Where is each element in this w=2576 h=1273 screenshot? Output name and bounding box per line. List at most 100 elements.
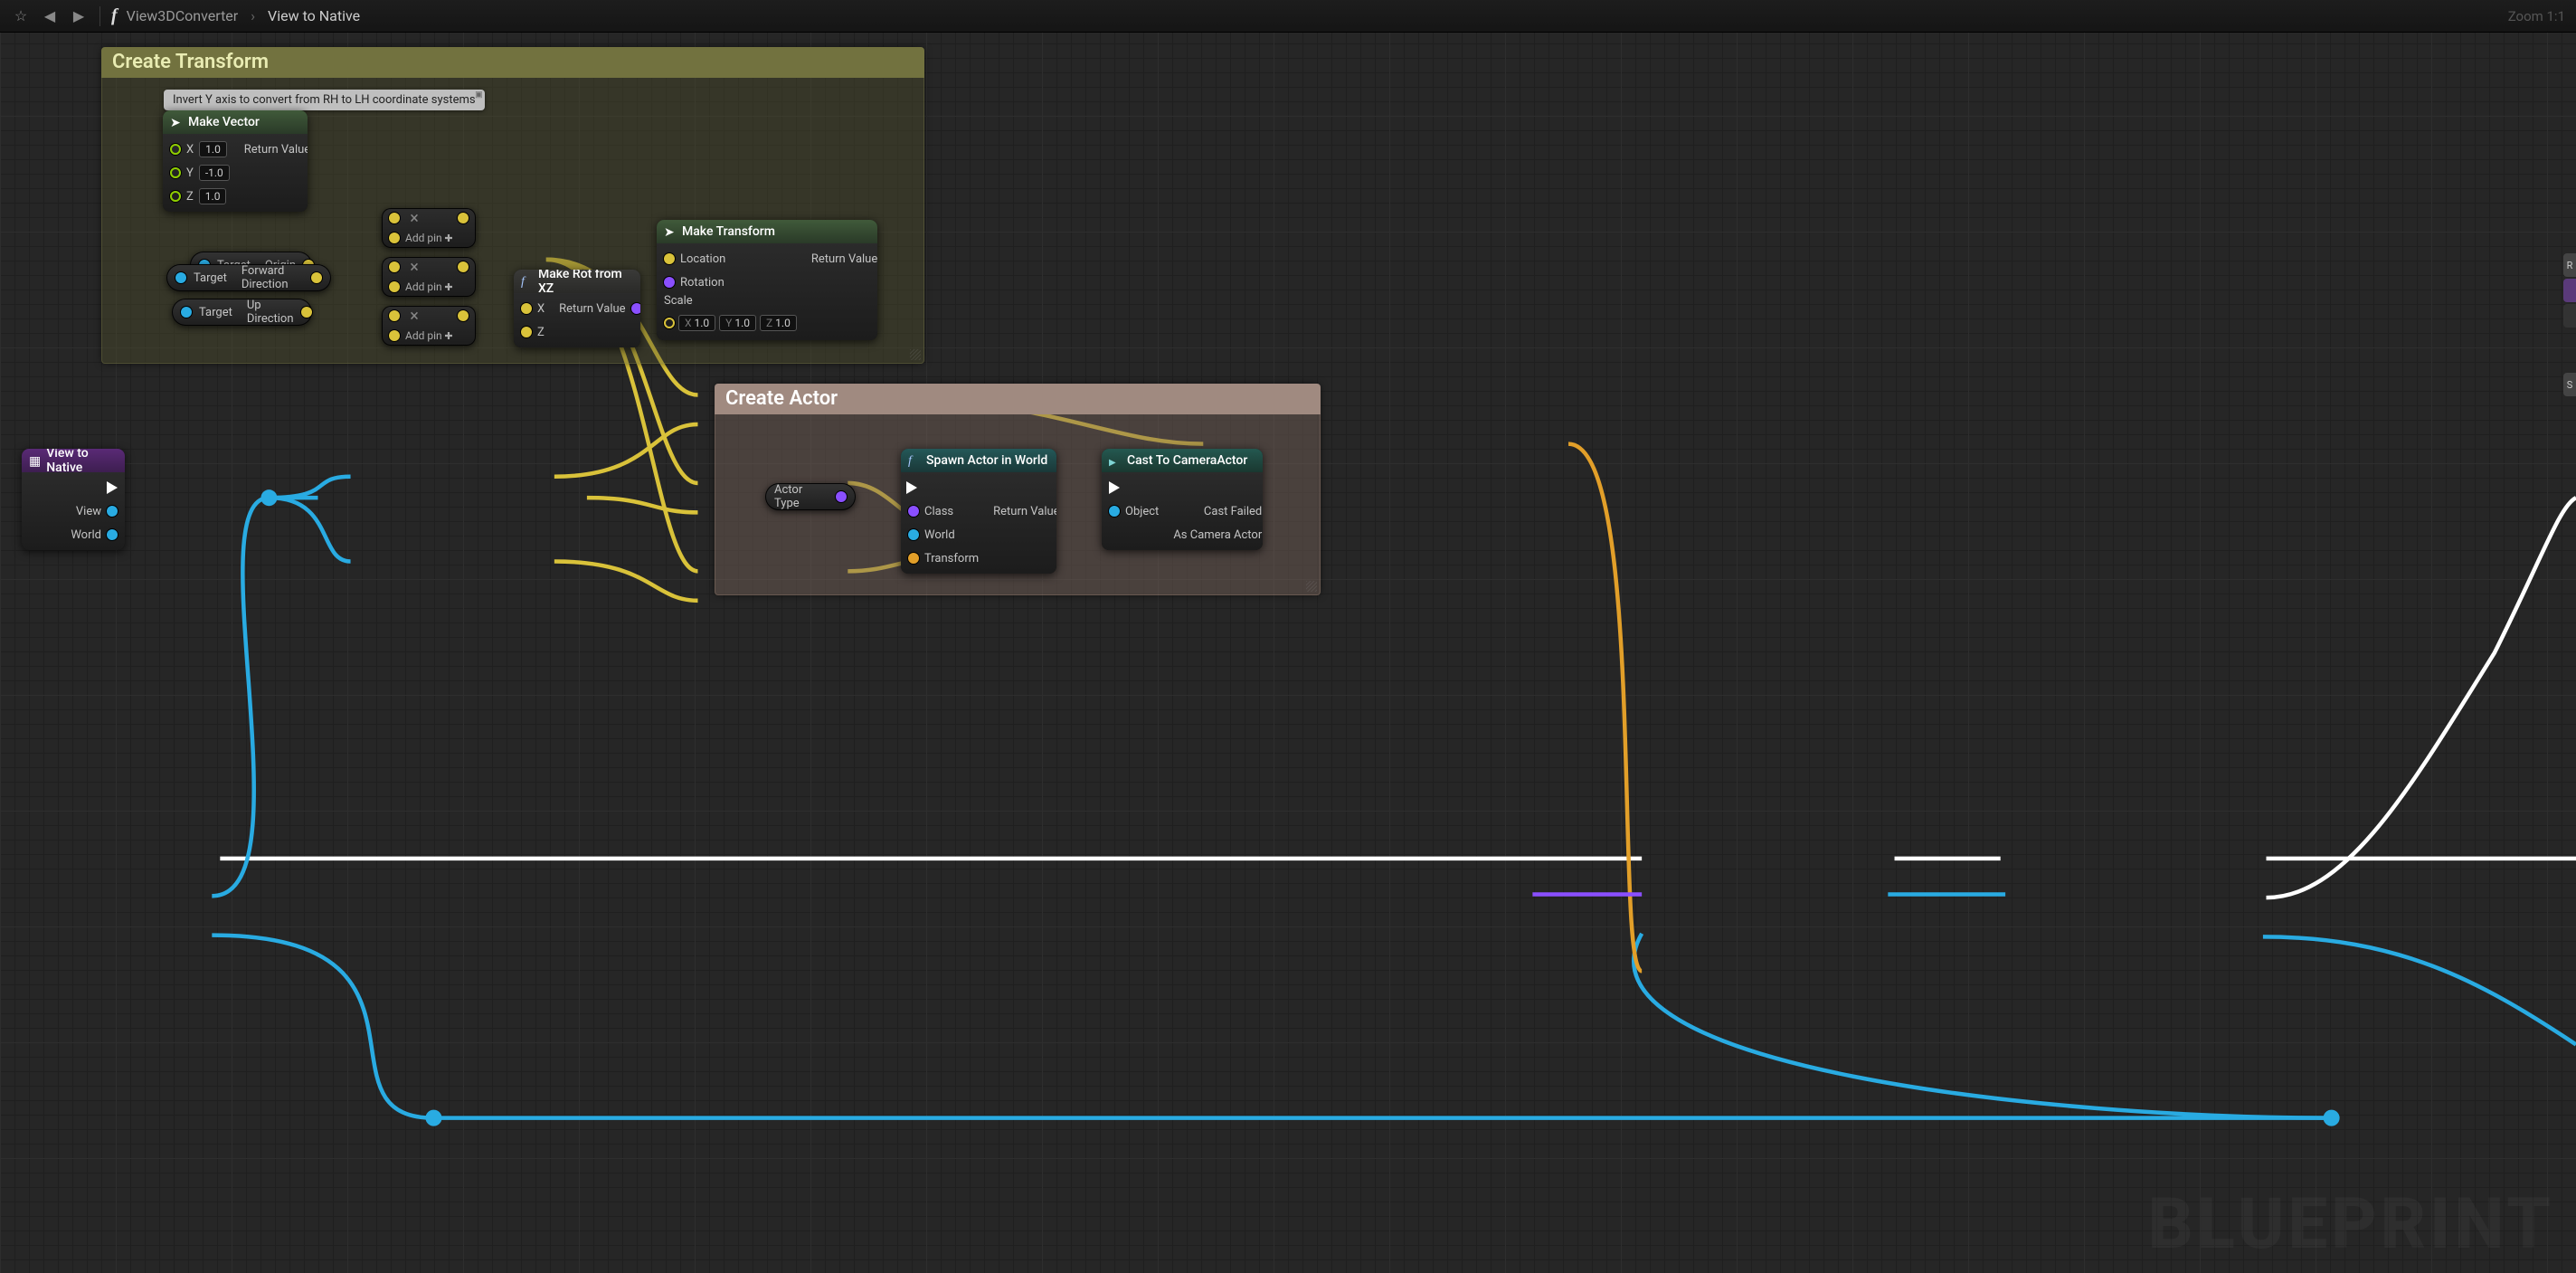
pin-class[interactable]	[908, 506, 919, 517]
pin-in-a[interactable]	[389, 213, 400, 223]
node-cast-camera-actor[interactable]: Cast To CameraActor Object Cast Failed A…	[1102, 449, 1263, 550]
pin-label: Class	[924, 505, 953, 518]
favorite-button[interactable]: ☆	[11, 6, 31, 26]
pin-in-b[interactable]	[389, 233, 400, 243]
zoom-label: Zoom 1:1	[2508, 8, 2565, 24]
watermark: BLUEPRINT	[2148, 1183, 2554, 1266]
pin-label: Rotation	[680, 276, 724, 290]
value-x[interactable]: 1.0	[199, 141, 227, 157]
node-title: Make Transform	[682, 224, 775, 239]
scale-y[interactable]: Y 1.0	[719, 315, 756, 331]
pin-label: Return Value	[811, 252, 877, 266]
pin-out[interactable]	[631, 303, 640, 314]
pin-in-b[interactable]	[389, 281, 400, 292]
pin-world[interactable]	[908, 529, 919, 540]
side-tab[interactable]	[2563, 279, 2576, 302]
pin-out[interactable]	[458, 213, 469, 223]
graph-canvas[interactable]: Create Transform Create Actor Invert Y a…	[0, 0, 2576, 1273]
node-multiply-1[interactable]: × Add pin	[382, 208, 476, 248]
pin-out[interactable]	[458, 261, 469, 272]
pin-in[interactable]	[175, 272, 186, 283]
pin-out[interactable]	[836, 491, 847, 502]
pin-view[interactable]	[107, 506, 118, 517]
side-tab[interactable]: R	[2563, 253, 2576, 277]
pin-label: Location	[680, 252, 725, 266]
group-title: Create Transform	[101, 47, 924, 78]
add-pin-button[interactable]: Add pin	[405, 280, 453, 293]
pin-in-x[interactable]	[170, 144, 181, 155]
pin-world[interactable]	[107, 529, 118, 540]
pin-exec-in[interactable]	[1109, 481, 1120, 494]
pin-out[interactable]	[311, 272, 322, 283]
value-z[interactable]: 1.0	[199, 188, 227, 204]
chip-actor-type[interactable]: Actor Type	[765, 483, 856, 510]
function-icon: f	[521, 275, 533, 288]
pin-in-x[interactable]	[521, 303, 532, 314]
pin-in-z[interactable]	[170, 191, 181, 202]
pin-label: Return Value	[559, 302, 625, 316]
side-tab[interactable]: S	[2563, 373, 2576, 396]
group-title: Create Actor	[715, 384, 1321, 414]
pin-label: As Camera Actor	[1173, 528, 1262, 542]
entry-icon: ▦	[29, 454, 41, 467]
pin-in[interactable]	[181, 307, 192, 318]
scale-x[interactable]: X 1.0	[678, 315, 715, 331]
node-multiply-2[interactable]: × Add pin	[382, 257, 476, 297]
side-tabs: R S	[2563, 253, 2576, 398]
pin-out[interactable]	[458, 310, 469, 321]
function-icon: f	[111, 5, 118, 26]
pin-label: Target	[199, 306, 232, 319]
chevron-right-icon: ›	[251, 7, 255, 24]
add-pin-button[interactable]: Add pin	[405, 232, 453, 244]
value-y[interactable]: -1.0	[199, 165, 230, 181]
node-make-transform[interactable]: ➤ Make Transform Location Rotation Scale…	[657, 220, 877, 340]
pin-location[interactable]	[664, 253, 675, 264]
multiply-icon: ×	[405, 258, 423, 277]
node-view-to-native[interactable]: ▦ View to Native View World	[22, 449, 125, 550]
pin-label: World	[71, 528, 101, 542]
scale-z[interactable]: Z 1.0	[760, 315, 797, 331]
pin-label: X	[186, 143, 194, 157]
comment-note[interactable]: Invert Y axis to convert from RH to LH c…	[164, 90, 485, 110]
breadcrumb-root[interactable]: View3DConverter	[127, 7, 239, 24]
struct-icon: ➤	[170, 116, 183, 128]
node-multiply-3[interactable]: × Add pin	[382, 306, 476, 346]
pin-in-a[interactable]	[389, 310, 400, 321]
node-title: View to Native	[46, 449, 118, 475]
pin-label: Y	[186, 166, 194, 180]
node-spawn-actor[interactable]: f Spawn Actor in World Class World Trans…	[901, 449, 1056, 574]
pin-label: Cast Failed	[1204, 505, 1262, 518]
pin-exec-out[interactable]	[107, 481, 118, 494]
pin-in-y[interactable]	[170, 167, 181, 178]
resize-handle[interactable]	[1306, 581, 1317, 592]
pin-out[interactable]	[301, 307, 312, 318]
breadcrumb-current[interactable]: View to Native	[268, 7, 360, 24]
struct-icon: ➤	[664, 225, 677, 238]
resize-handle[interactable]	[910, 349, 921, 360]
node-title: Cast To CameraActor	[1127, 453, 1247, 468]
pin-transform[interactable]	[908, 553, 919, 564]
pin-in-z[interactable]	[521, 327, 532, 337]
pin-label: Object	[1125, 505, 1159, 518]
pin-rotation[interactable]	[664, 277, 675, 288]
pin-label: Transform	[924, 552, 979, 565]
pin-object[interactable]	[1109, 506, 1120, 517]
pin-label: Return Value	[993, 505, 1056, 518]
chip-target-up[interactable]: Target Up Direction	[172, 299, 312, 326]
note-text: Invert Y axis to convert from RH to LH c…	[173, 93, 476, 107]
pin-scale[interactable]	[664, 318, 675, 328]
pin-label: X	[537, 302, 545, 316]
nav-back-button[interactable]: ◀	[40, 6, 60, 26]
chip-target-forward[interactable]: Target Forward Direction	[166, 264, 331, 291]
pin-in-b[interactable]	[389, 330, 400, 341]
side-tab[interactable]	[2563, 304, 2576, 328]
node-title: Make Vector	[188, 115, 260, 129]
pin-label: Z	[186, 190, 194, 204]
node-make-rot-xz[interactable]: f Make Rot from XZ X Z Return Value	[514, 270, 640, 347]
node-make-vector[interactable]: ➤ Make Vector X 1.0 Y -1.0 Z 1.0 Return …	[163, 110, 308, 212]
nav-forward-button[interactable]: ▶	[69, 6, 89, 26]
add-pin-button[interactable]: Add pin	[405, 329, 453, 342]
pin-exec-in[interactable]	[906, 481, 917, 494]
pin-in-a[interactable]	[389, 261, 400, 272]
pin-label: World	[924, 528, 955, 542]
